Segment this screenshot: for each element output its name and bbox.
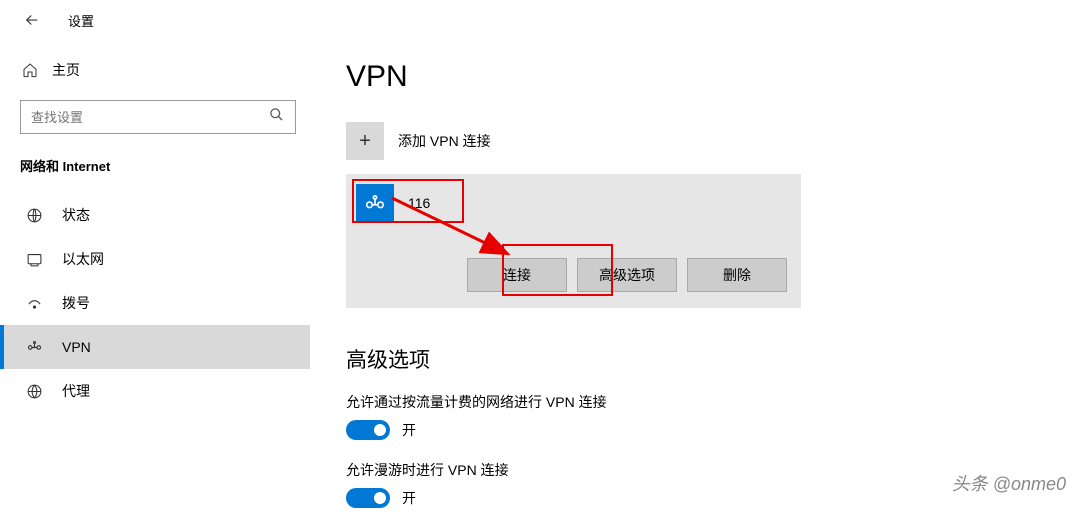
annotation-highlight — [502, 244, 613, 296]
add-vpn-label: 添加 VPN 连接 — [398, 131, 491, 151]
vpn-card: 116 连接 高级选项 删除 — [346, 174, 801, 308]
section-title: 高级选项 — [346, 344, 1082, 374]
sidebar-item-ethernet[interactable]: 以太网 — [0, 237, 310, 281]
roaming-toggle[interactable] — [346, 488, 390, 508]
sidebar-item-status[interactable]: 状态 — [0, 193, 310, 237]
window-title: 设置 — [68, 11, 94, 30]
ethernet-icon — [24, 251, 44, 268]
toggle-state: 开 — [402, 488, 416, 508]
dialup-icon — [24, 295, 44, 312]
home-link[interactable]: 主页 — [20, 52, 310, 88]
watermark: 头条 @onme0 — [952, 470, 1066, 496]
vpn-icon — [24, 339, 44, 356]
sidebar-item-label: 拨号 — [62, 293, 90, 313]
sidebar-item-label: VPN — [62, 339, 91, 355]
sidebar-item-label: 状态 — [62, 205, 90, 225]
sidebar-item-label: 代理 — [62, 381, 90, 401]
sidebar-item-proxy[interactable]: 代理 — [0, 369, 310, 413]
sidebar-item-vpn[interactable]: VPN — [0, 325, 310, 369]
page-title: VPN — [346, 60, 1082, 94]
home-icon — [20, 62, 40, 78]
proxy-icon — [24, 383, 44, 400]
home-label: 主页 — [52, 60, 80, 80]
search-icon — [269, 107, 285, 127]
nav-list: 状态 以太网 拨号 VPN — [0, 193, 310, 413]
vpn-entry[interactable]: 116 — [356, 184, 791, 222]
delete-button[interactable]: 删除 — [687, 258, 787, 292]
toggle-label: 允许通过按流量计费的网络进行 VPN 连接 — [346, 392, 1082, 412]
search-input[interactable] — [31, 110, 269, 125]
toggle-state: 开 — [402, 420, 416, 440]
sidebar: 主页 网络和 Internet 状态 以太网 — [0, 40, 310, 528]
category-header: 网络和 Internet — [20, 156, 310, 175]
main-content: VPN + 添加 VPN 连接 116 连接 高级选项 删除 高级选项 — [310, 40, 1082, 528]
status-icon — [24, 207, 44, 224]
add-vpn-row[interactable]: + 添加 VPN 连接 — [346, 122, 1082, 160]
sidebar-item-label: 以太网 — [62, 249, 104, 269]
back-button[interactable] — [20, 8, 44, 32]
plus-icon: + — [346, 122, 384, 160]
annotation-highlight — [352, 179, 464, 223]
metered-toggle[interactable] — [346, 420, 390, 440]
sidebar-item-dialup[interactable]: 拨号 — [0, 281, 310, 325]
search-box[interactable] — [20, 100, 296, 134]
